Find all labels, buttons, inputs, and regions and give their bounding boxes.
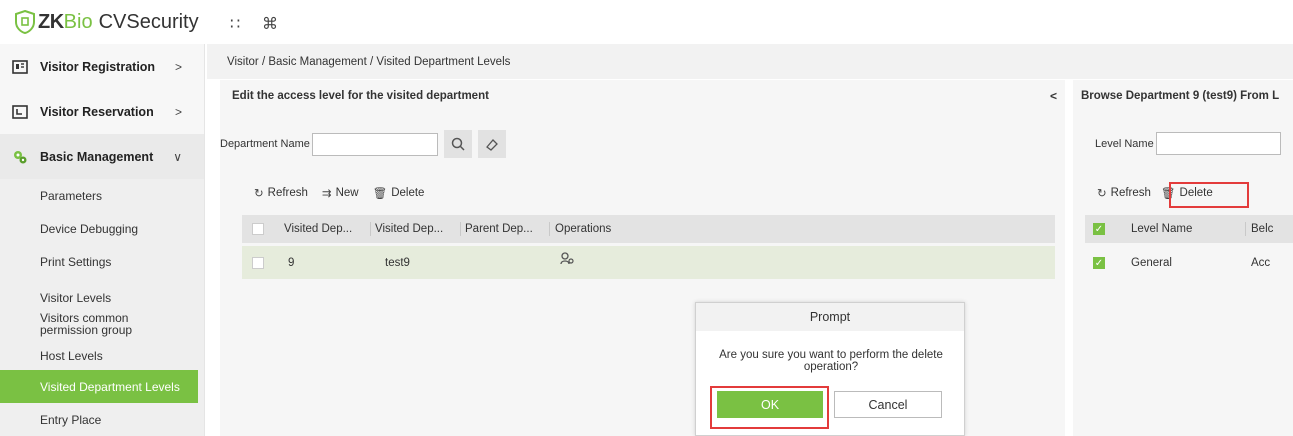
- cancel-button[interactable]: Cancel: [834, 391, 942, 418]
- reservation-icon: [12, 104, 28, 119]
- column-header[interactable]: Level Name: [1131, 223, 1192, 235]
- delete-label: Delete: [391, 187, 425, 199]
- trash-icon: 🗑: [372, 188, 388, 200]
- menu-visitor-registration[interactable]: Visitor Registration >: [0, 44, 204, 89]
- row-checkbox[interactable]: [252, 257, 264, 269]
- sidebar-item-print-settings[interactable]: Print Settings: [0, 245, 204, 278]
- department-name-label: Department Name: [220, 138, 310, 150]
- level-filter: Level Name: [1095, 132, 1281, 155]
- column-header[interactable]: Visited Dep...: [284, 223, 352, 235]
- menu-basic-management[interactable]: Basic Management ∨: [0, 134, 204, 179]
- sidebar: Visitor Registration > Visitor Reservati…: [0, 44, 205, 436]
- table-row[interactable]: ✓ General Acc: [1085, 246, 1293, 279]
- set-access-level-icon: [560, 252, 574, 265]
- table-row[interactable]: 9 test9: [242, 246, 1055, 279]
- gears-icon: [14, 150, 27, 163]
- chevron-down-icon: ∨: [173, 149, 182, 164]
- row-level-name: General: [1131, 256, 1172, 269]
- command-icon[interactable]: ⌘: [262, 14, 278, 34]
- left-grid-header: Visited Dep... Visited Dep... Parent Dep…: [242, 215, 1055, 243]
- delete-button[interactable]: 🗑 Delete: [373, 186, 425, 200]
- brand-cvsecurity: CVSecurity: [98, 10, 199, 33]
- top-bar: ZK Bio CVSecurity ∷ ⌘: [0, 0, 1293, 44]
- eraser-icon: [485, 139, 498, 151]
- shield-logo-icon: [15, 10, 35, 34]
- clear-button[interactable]: [477, 130, 506, 158]
- collapse-left-icon[interactable]: <: [1050, 89, 1057, 103]
- new-button[interactable]: ⇉ New: [322, 186, 359, 200]
- app-window: ZK Bio CVSecurity ∷ ⌘ Visitor Registrati…: [0, 0, 1293, 436]
- dialog-message: Are you sure you want to perform the del…: [719, 349, 943, 373]
- chevron-right-icon: >: [174, 59, 182, 74]
- column-header[interactable]: Parent Dep...: [465, 223, 533, 235]
- sidebar-item-entry-place[interactable]: Entry Place: [0, 403, 204, 436]
- refresh-button[interactable]: ↻ Refresh: [1097, 186, 1151, 200]
- column-header[interactable]: Visited Dep...: [375, 223, 443, 235]
- refresh-label: Refresh: [1110, 187, 1151, 199]
- set-level-button[interactable]: [560, 252, 574, 269]
- chevron-right-icon: >: [174, 104, 182, 119]
- row-checkbox[interactable]: ✓: [1093, 257, 1105, 269]
- refresh-icon: ↻: [254, 188, 264, 200]
- refresh-icon: ↻: [1097, 188, 1107, 200]
- left-toolbar: ↻ Refresh ⇉ New 🗑 Delete: [254, 186, 438, 200]
- menu-label: Visitor Reservation: [40, 104, 154, 119]
- sidebar-item-parameters[interactable]: Parameters: [0, 179, 204, 212]
- sidebar-item-host-levels[interactable]: Host Levels: [0, 342, 204, 370]
- right-grid-header: ✓ Level Name Belc: [1085, 215, 1293, 243]
- sidebar-item-visitor-levels[interactable]: Visitor Levels: [0, 278, 204, 305]
- dialog-title: Prompt: [696, 303, 964, 331]
- ok-highlight-box: [710, 386, 829, 429]
- sidebar-item-visitors-common-permission-group[interactable]: Visitors common permission group: [0, 305, 204, 342]
- delete-highlight-box: [1169, 182, 1249, 208]
- new-icon: ⇉: [321, 188, 332, 200]
- brand-zk: ZK: [38, 10, 64, 33]
- department-name-input[interactable]: [311, 132, 438, 156]
- select-all-checkbox[interactable]: ✓: [1093, 223, 1105, 235]
- level-name-label: Level Name: [1095, 137, 1154, 150]
- search-icon: [451, 137, 465, 151]
- panel-title: Browse Department 9 (test9) From L: [1081, 90, 1280, 102]
- grid-icon[interactable]: ∷: [230, 14, 240, 34]
- row-number: 9: [288, 256, 295, 269]
- registration-icon: [12, 59, 28, 74]
- panel-title: Edit the access level for the visited de…: [232, 90, 489, 102]
- new-label: New: [335, 187, 359, 199]
- sidebar-item-visited-department-levels[interactable]: Visited Department Levels: [0, 370, 198, 403]
- refresh-label: Refresh: [267, 187, 308, 199]
- prompt-dialog: Prompt Are you sure you want to perform …: [695, 302, 965, 436]
- row-name: test9: [385, 256, 410, 269]
- brand-bio: Bio: [63, 10, 93, 33]
- column-header[interactable]: Belc: [1251, 223, 1273, 235]
- menu-visitor-reservation[interactable]: Visitor Reservation >: [0, 89, 204, 134]
- refresh-button[interactable]: ↻ Refresh: [254, 186, 308, 200]
- row-belongs: Acc: [1251, 256, 1271, 269]
- search-button[interactable]: [443, 130, 472, 158]
- column-header: Operations: [555, 223, 612, 235]
- level-browse-panel: Browse Department 9 (test9) From L Level…: [1073, 80, 1293, 436]
- level-name-input[interactable]: [1155, 132, 1281, 155]
- app-logo[interactable]: ZK Bio CVSecurity: [14, 9, 199, 35]
- sidebar-item-device-debugging[interactable]: Device Debugging: [0, 212, 204, 245]
- breadcrumb: Visitor / Basic Management / Visited Dep…: [207, 44, 1293, 79]
- department-filter: Department Name: [220, 130, 506, 158]
- select-all-checkbox[interactable]: [252, 223, 264, 235]
- basic-management-submenu: Parameters Device Debugging Print Settin…: [0, 179, 204, 436]
- menu-label: Visitor Registration: [40, 59, 156, 74]
- menu-label: Basic Management: [40, 149, 154, 164]
